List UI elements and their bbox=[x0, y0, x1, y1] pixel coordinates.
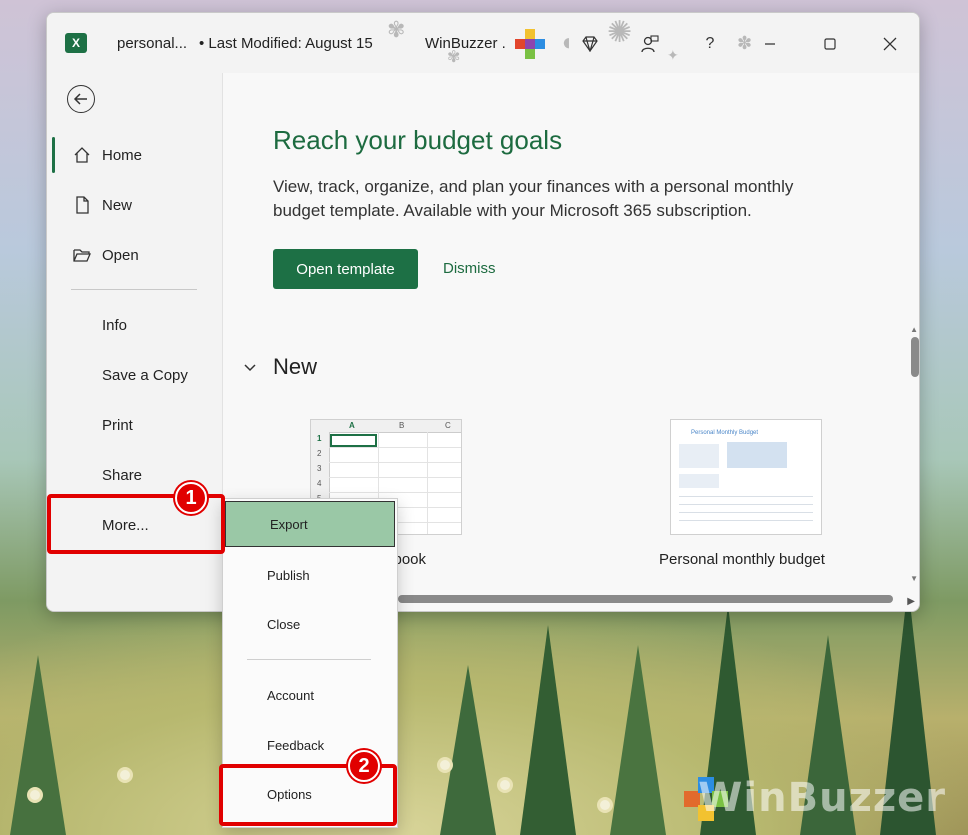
thumbnail-line bbox=[679, 504, 813, 505]
gridline bbox=[329, 462, 461, 463]
callout-step-1: 1 bbox=[175, 482, 207, 514]
selected-cell bbox=[330, 434, 377, 447]
title-bar: X personal... • Last Modified: August 15… bbox=[47, 13, 919, 73]
chevron-down-icon[interactable] bbox=[243, 361, 257, 375]
row-label: 3 bbox=[317, 464, 322, 473]
wallpaper-flower bbox=[120, 770, 130, 780]
account-name[interactable]: WinBuzzer . bbox=[425, 35, 506, 52]
octopus-doodle-icon: ✺ bbox=[607, 16, 633, 49]
open-template-button[interactable]: Open template bbox=[273, 249, 418, 289]
menu-item-label: Feedback bbox=[267, 737, 325, 753]
nav-item-open[interactable]: Open bbox=[47, 235, 222, 275]
help-icon[interactable]: ? bbox=[697, 31, 723, 57]
thumbnail-block bbox=[679, 474, 719, 488]
thumbnail-line bbox=[679, 520, 813, 521]
menu-item-export[interactable]: Export bbox=[225, 501, 395, 547]
help-label: ? bbox=[705, 35, 715, 52]
horizontal-scrollbar[interactable] bbox=[398, 595, 893, 603]
gridline bbox=[427, 432, 428, 534]
nav-item-save-a-copy[interactable]: Save a Copy bbox=[47, 355, 222, 395]
dismiss-button[interactable]: Dismiss bbox=[443, 260, 496, 277]
scroll-down-icon[interactable]: ▼ bbox=[910, 574, 918, 583]
vertical-scrollbar[interactable] bbox=[911, 337, 919, 377]
menu-item-close[interactable]: Close bbox=[223, 601, 397, 647]
nav-item-new[interactable]: New bbox=[47, 185, 222, 225]
nav-divider bbox=[71, 289, 197, 290]
row-label: 2 bbox=[317, 449, 322, 458]
gridline bbox=[329, 477, 461, 478]
column-label: A bbox=[349, 421, 355, 430]
menu-item-label: Publish bbox=[267, 567, 310, 583]
thumbnail-block bbox=[727, 442, 787, 468]
row-label: 4 bbox=[317, 479, 322, 488]
fish-doodle-icon: ✦ bbox=[667, 47, 679, 63]
last-modified: • Last Modified: August 15 bbox=[199, 35, 373, 52]
menu-item-label: Account bbox=[267, 687, 314, 703]
nav-item-home[interactable]: Home bbox=[47, 135, 222, 175]
file-name: personal... bbox=[117, 35, 188, 52]
gridline bbox=[329, 492, 461, 493]
nav-item-label: Save a Copy bbox=[102, 366, 188, 384]
scroll-right-icon[interactable]: ▶ bbox=[907, 596, 915, 607]
wallpaper-tree bbox=[610, 645, 666, 835]
new-section-title: New bbox=[273, 354, 318, 379]
submarine-doodle-icon: ◖ bbox=[559, 29, 574, 56]
thumbnail-block bbox=[679, 444, 719, 468]
new-document-icon bbox=[76, 196, 89, 214]
coauthor-icon[interactable] bbox=[637, 31, 663, 57]
nav-item-label: Home bbox=[102, 146, 143, 164]
maximize-icon[interactable] bbox=[817, 31, 843, 57]
column-label: B bbox=[399, 421, 405, 430]
winbuzzer-watermark: WinBuzzer bbox=[698, 775, 946, 821]
nav-item-label: Info bbox=[102, 316, 128, 334]
column-header: A B C bbox=[311, 420, 461, 433]
column-label: C bbox=[445, 421, 451, 430]
excel-logo-icon: X bbox=[65, 33, 87, 53]
callout-step-2: 2 bbox=[348, 750, 380, 782]
minimize-icon[interactable] bbox=[757, 31, 783, 57]
avatar[interactable] bbox=[515, 29, 545, 59]
nav-item-label: Print bbox=[102, 416, 133, 434]
wallpaper-tree bbox=[440, 665, 496, 835]
nav-item-label: Open bbox=[102, 246, 139, 264]
nav-item-info[interactable]: Info bbox=[47, 305, 222, 345]
nav-item-label: Share bbox=[102, 466, 143, 484]
octopus-doodle-icon: ✾ bbox=[387, 17, 406, 42]
folder-open-icon bbox=[73, 249, 91, 262]
menu-item-publish[interactable]: Publish bbox=[223, 552, 397, 598]
back-arrow-icon[interactable] bbox=[67, 85, 95, 113]
menu-item-account[interactable]: Account bbox=[223, 672, 397, 718]
wallpaper-flower bbox=[30, 790, 40, 800]
thumbnail-line bbox=[679, 512, 813, 513]
home-icon bbox=[74, 147, 90, 163]
thumbnail-title: Personal Monthly Budget bbox=[691, 430, 759, 436]
row-label: 1 bbox=[317, 434, 322, 443]
promo-title: Reach your budget goals bbox=[273, 125, 563, 155]
crab-doodle-icon: ✽ bbox=[737, 33, 753, 53]
menu-item-label: Close bbox=[267, 616, 301, 632]
close-icon[interactable] bbox=[877, 31, 903, 57]
thumbnail-line bbox=[679, 496, 813, 497]
menu-item-label: Export bbox=[270, 516, 308, 532]
menu-divider bbox=[247, 659, 371, 660]
gridline bbox=[329, 447, 461, 448]
scroll-up-icon[interactable]: ▲ bbox=[910, 325, 918, 334]
nav-item-label: New bbox=[102, 196, 133, 214]
promo-body: View, track, organize, and plan your fin… bbox=[273, 177, 794, 220]
wallpaper-flower bbox=[600, 800, 610, 810]
wallpaper-tree bbox=[520, 625, 576, 835]
template-label[interactable]: Personal monthly budget bbox=[659, 551, 825, 568]
wallpaper-flower bbox=[440, 760, 450, 770]
wallpaper-tree bbox=[10, 655, 66, 835]
personal-monthly-budget-thumbnail[interactable]: Personal Monthly Budget bbox=[670, 419, 822, 535]
nav-item-print[interactable]: Print bbox=[47, 405, 222, 445]
diamond-icon[interactable] bbox=[577, 31, 603, 57]
wallpaper-flower bbox=[500, 780, 510, 790]
